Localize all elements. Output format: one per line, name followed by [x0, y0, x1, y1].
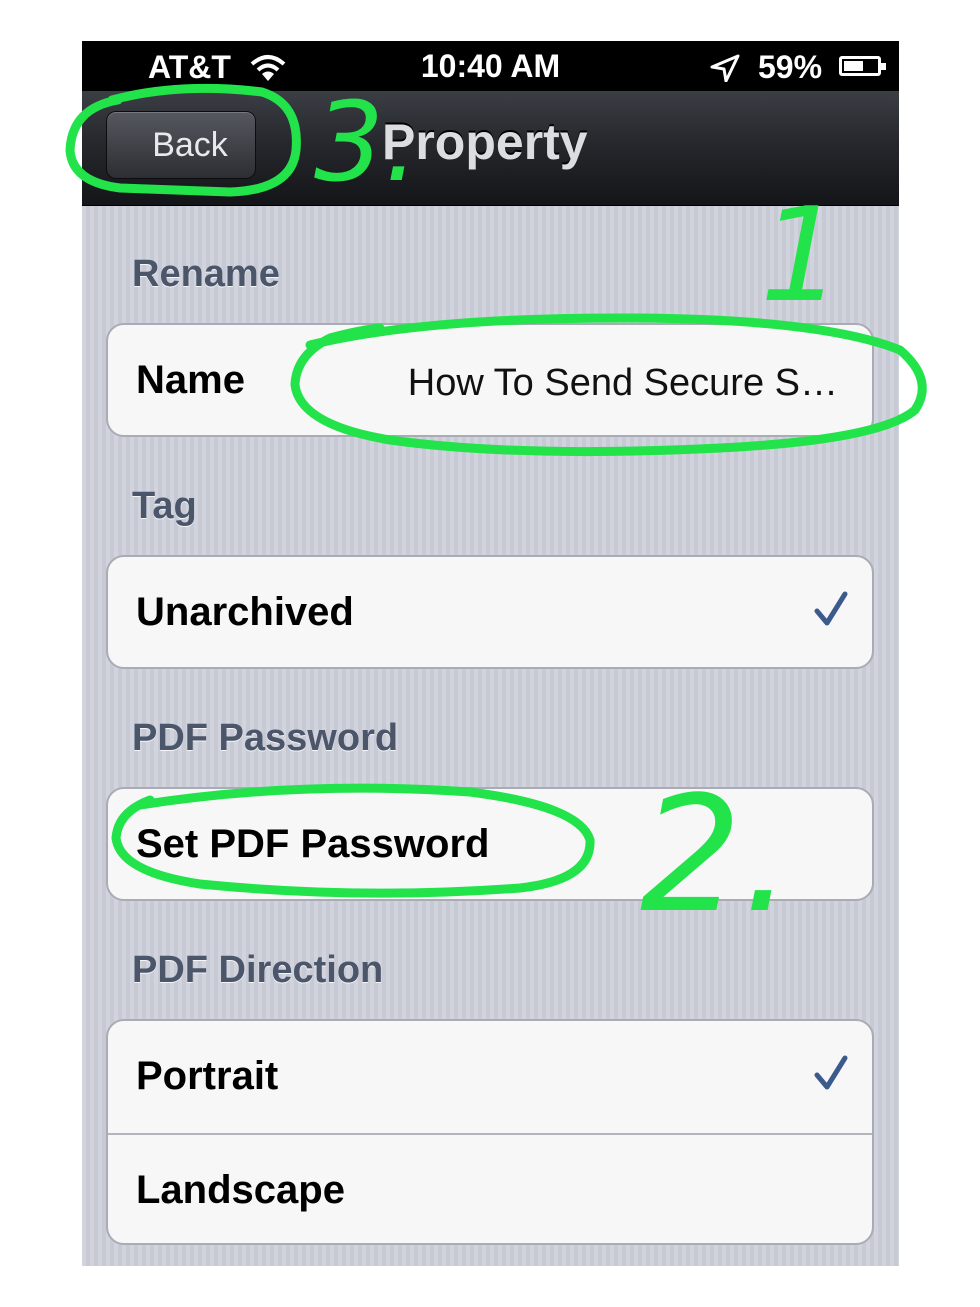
page-title: Property — [382, 114, 588, 170]
direction-option-landscape[interactable]: Landscape — [108, 1133, 872, 1243]
direction-option-label: Landscape — [136, 1168, 345, 1212]
phone-screen: AT&T 10:40 AM 59% Back Property Rename N… — [82, 41, 899, 1266]
checkmark-icon — [814, 591, 848, 632]
pdf-direction-group: Portrait Landscape — [106, 1019, 874, 1245]
name-cell[interactable]: Name How To Send Secure S… — [108, 325, 872, 435]
back-arrow-shape — [82, 110, 150, 181]
tag-option-label: Unarchived — [136, 590, 354, 634]
section-header-pdf-direction: PDF Direction — [132, 949, 384, 991]
direction-option-portrait[interactable]: Portrait — [108, 1021, 872, 1133]
tag-option-unarchived[interactable]: Unarchived — [108, 557, 872, 667]
navigation-bar: Back Property — [82, 91, 899, 206]
pdf-password-group: Set PDF Password — [106, 787, 874, 901]
set-pdf-password-label: Set PDF Password — [136, 822, 490, 866]
status-bar: AT&T 10:40 AM 59% — [82, 41, 899, 106]
tag-group: Unarchived — [106, 555, 874, 669]
checkmark-icon — [814, 1055, 848, 1096]
direction-option-label: Portrait — [136, 1054, 279, 1098]
name-label: Name — [136, 358, 245, 402]
battery-percent: 59% — [758, 49, 823, 85]
section-header-tag: Tag — [132, 485, 197, 527]
section-header-rename: Rename — [132, 253, 280, 295]
rename-group: Name How To Send Secure S… — [106, 323, 874, 437]
battery-icon — [839, 56, 886, 76]
location-arrow-icon — [710, 53, 740, 90]
back-button-label: Back — [152, 126, 228, 164]
section-header-pdf-password: PDF Password — [132, 717, 399, 759]
back-button[interactable]: Back — [82, 110, 256, 181]
set-pdf-password-cell[interactable]: Set PDF Password — [108, 789, 872, 899]
name-field[interactable]: How To Send Secure S… — [346, 325, 838, 435]
